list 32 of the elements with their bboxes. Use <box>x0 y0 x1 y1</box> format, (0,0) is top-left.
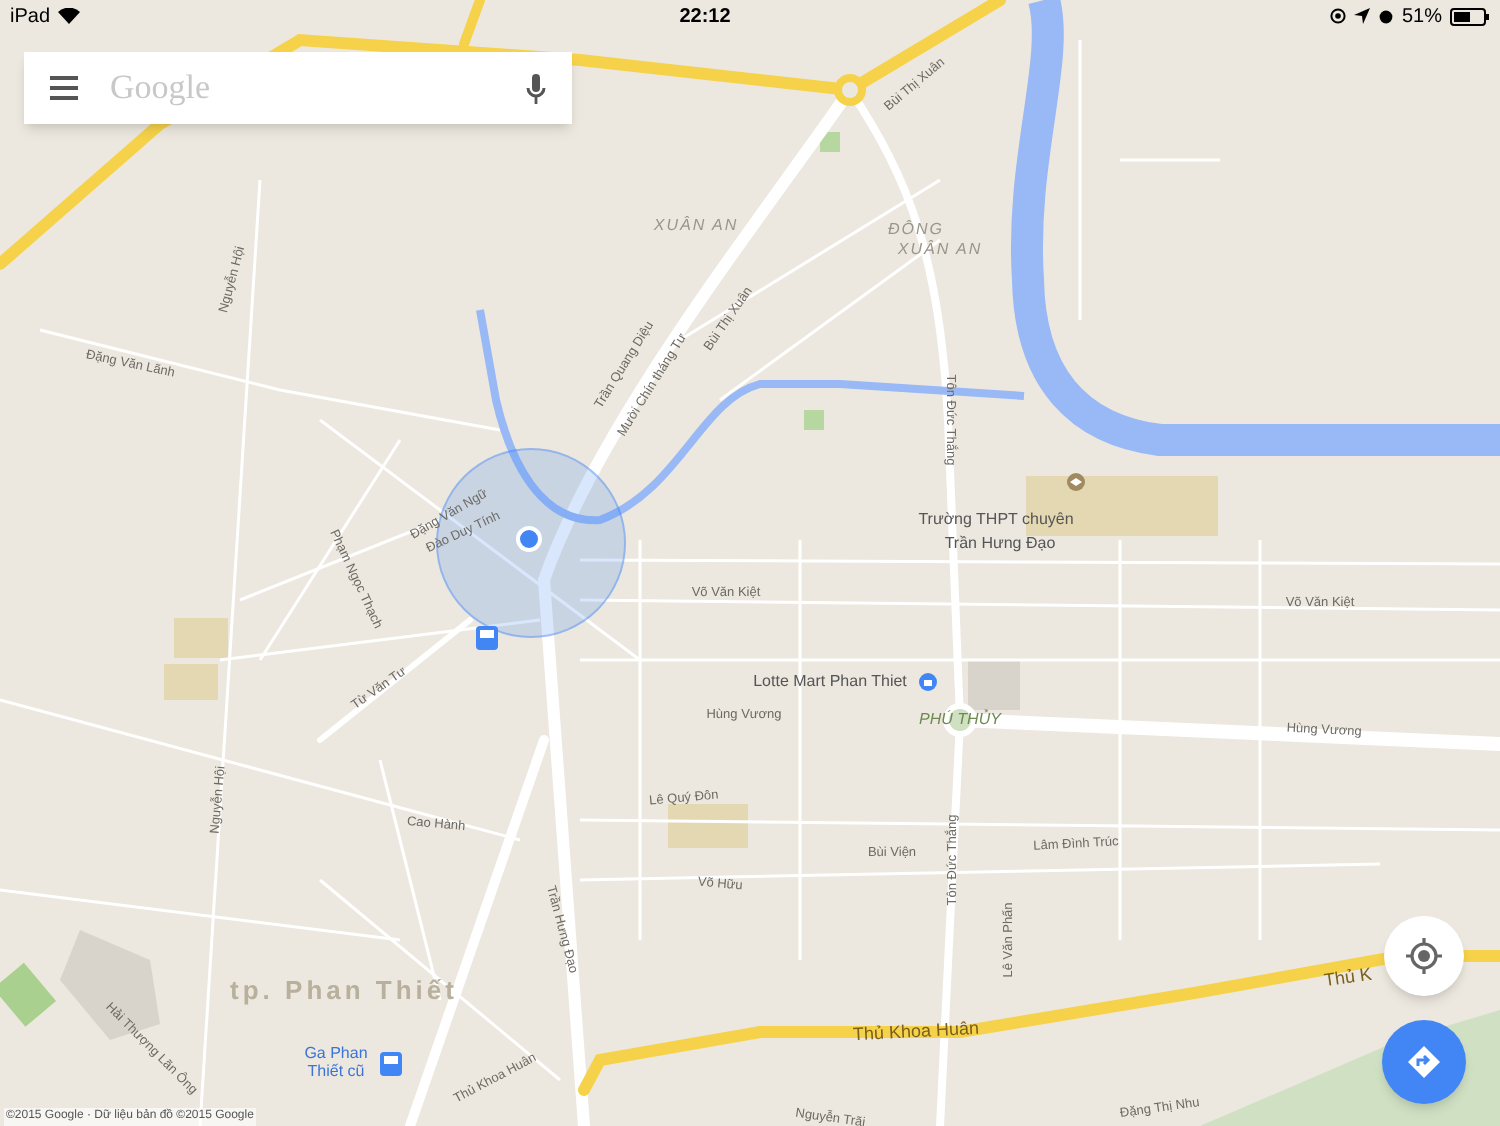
place-label: Trần Hưng Đạo <box>944 536 1056 552</box>
place-label: Ga Phan Thiết cũ <box>302 1046 370 1082</box>
land-area <box>668 804 748 848</box>
land-area <box>164 664 218 700</box>
place-label: Lotte Mart Phan Thiet <box>753 674 907 690</box>
location-arrow-icon <box>1353 8 1370 24</box>
area-label: ĐÔNG <box>888 222 944 238</box>
battery-icon <box>1449 7 1490 25</box>
street-label: Thủ K <box>1322 965 1374 991</box>
device-name: iPad <box>10 3 51 31</box>
area-label: XUÂN AN <box>897 242 983 258</box>
menu-icon[interactable] <box>50 76 78 100</box>
building-area <box>968 660 1020 710</box>
place-label: Trường THPT chuyên <box>918 512 1074 528</box>
directions-icon <box>1408 1046 1440 1078</box>
clock: 22:12 <box>679 3 731 31</box>
alarm-icon <box>1377 8 1394 24</box>
wifi-icon <box>58 8 81 24</box>
street-label: Thủ Khoa Huân <box>852 1019 980 1045</box>
lock-rotation-icon <box>1329 8 1346 24</box>
shopping-icon <box>918 672 938 692</box>
area-label: tp. Phan Thiết <box>230 977 458 1003</box>
microphone-icon[interactable] <box>526 73 546 103</box>
school-icon <box>1066 472 1086 492</box>
land-area <box>174 618 228 658</box>
train-icon <box>380 1052 402 1076</box>
area-label: XUÂN AN <box>653 218 739 234</box>
crosshair-icon <box>1406 938 1442 974</box>
park-area <box>804 410 824 430</box>
battery-percent: 51% <box>1401 3 1442 31</box>
bus-icon <box>476 626 498 650</box>
area-label: PHÚ THỦY <box>919 712 1001 728</box>
